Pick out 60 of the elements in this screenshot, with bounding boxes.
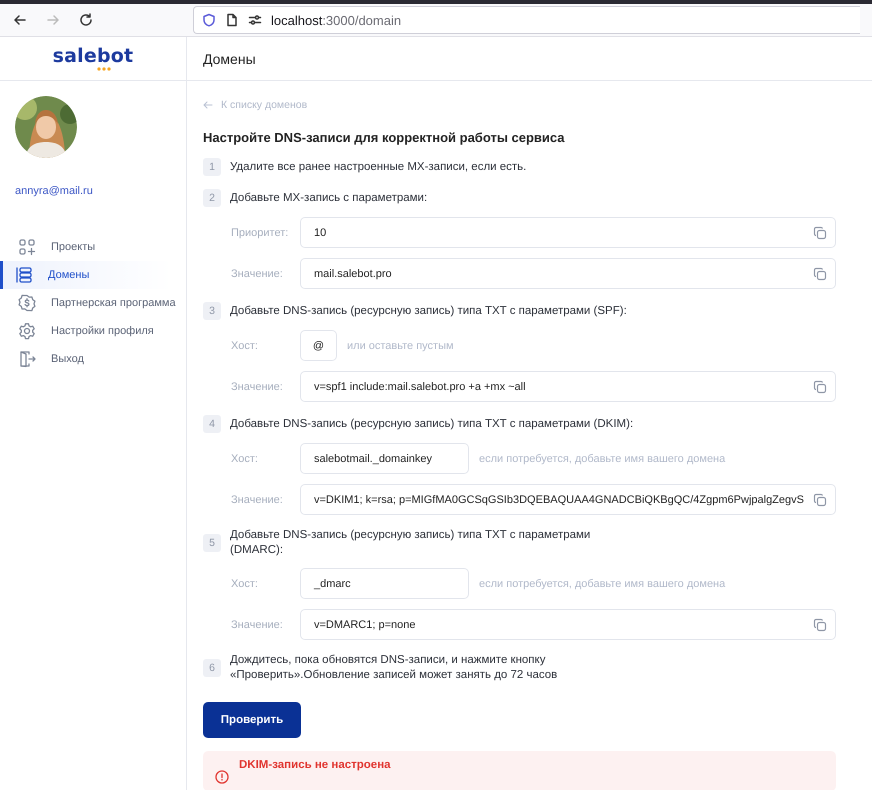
settings-icon [18, 322, 36, 340]
permissions-icon[interactable] [248, 13, 262, 27]
step-number: 5 [203, 534, 221, 552]
reload-icon[interactable] [78, 12, 94, 28]
field-label: Хост: [231, 452, 259, 464]
input-field[interactable]: v=DKIM1; k=rsa; p=MIGfMA0GCSqGSIb3DQEBAQUAA4GNADCBiQKBgQC/4Zgpm6PwjpalgZegvS [300, 484, 836, 515]
input-field[interactable]: v=spf1 include:mail.salebot.pro +a +mx ~all [300, 371, 836, 402]
shield-icon[interactable] [202, 13, 216, 27]
page-icon[interactable] [225, 13, 239, 27]
field-label: Хост: [231, 340, 259, 352]
copy-icon[interactable] [813, 618, 827, 632]
step-text: Добавьте MX-запись с параметрами: [230, 190, 428, 206]
sidebar-item[interactable]: Проекты [0, 233, 180, 261]
input-field[interactable]: 10 [300, 217, 836, 248]
user-email[interactable]: annyra@mail.ru [15, 185, 93, 197]
input-field[interactable]: v=DMARC1; p=none [300, 609, 836, 640]
field-label: Значение: [231, 618, 284, 630]
exit-icon [18, 350, 36, 368]
grid-plus-icon [18, 238, 36, 256]
step-text: Дождитесь, пока обновятся DNS-записи, и нажмите кнопку «Проверить».Обновление записей может занять до 72 часов [230, 653, 558, 683]
check-button[interactable]: Проверить [203, 702, 301, 738]
step-number: 2 [203, 189, 221, 207]
input-field[interactable]: _dmarc [300, 568, 469, 599]
field-label: Приоритет: [231, 226, 290, 238]
step-text: Добавьте DNS-запись (ресурсную запись) типа TXT с параметрами (DKIM): [230, 416, 634, 432]
step-number: 6 [203, 659, 221, 677]
copy-icon[interactable] [813, 226, 827, 240]
dollar-badge-icon [18, 294, 36, 312]
sidebar-item[interactable]: Выход [0, 345, 180, 373]
field-label: Значение: [231, 494, 284, 506]
input-field[interactable]: salebotmail._domainkey [300, 443, 469, 474]
page-title: Домены [203, 50, 256, 66]
step-text: Удалите все ранее настроенные MX-записи, если есть. [230, 160, 526, 174]
step-text: Добавьте DNS-запись (ресурсную запись) типа TXT с параметрами (SPF): [230, 304, 627, 318]
field-label: Хост: [231, 578, 259, 590]
copy-icon[interactable] [813, 380, 827, 394]
input-field[interactable]: @ [300, 330, 337, 361]
field-hint: если потребуется, добавьте имя вашего домена [479, 452, 726, 464]
sidebar-item[interactable]: Партнерская программа [0, 289, 180, 317]
logo-dots-icon [96, 67, 111, 71]
url-text[interactable]: localhost:3000/domain [271, 12, 402, 28]
list-icon [15, 266, 33, 284]
address-bar[interactable]: localhost:3000/domain [193, 6, 860, 34]
copy-icon[interactable] [813, 266, 827, 280]
input-field[interactable]: mail.salebot.pro [300, 258, 836, 289]
copy-icon[interactable] [813, 492, 827, 506]
field-label: Значение: [231, 268, 284, 280]
field-label: Значение: [231, 380, 284, 392]
alert-title: DKIM-запись не настроена [239, 759, 391, 771]
section-heading: Настройте DNS-записи для корректной работы сервиса [203, 130, 566, 145]
step-number: 1 [203, 158, 221, 176]
error-icon [215, 770, 229, 784]
arrow-left-icon [203, 101, 213, 109]
logo: salebot [52, 46, 134, 66]
step-text: Добавьте DNS-запись (ресурсную запись) типа TXT с параметрами (DMARC): [230, 528, 590, 558]
step-number: 4 [203, 415, 221, 433]
sidebar-item[interactable]: Настройки профиля [0, 317, 180, 345]
field-hint: или оставьте пустым [347, 340, 454, 352]
step-number: 3 [203, 302, 221, 320]
field-hint: если потребуется, добавьте имя вашего домена [479, 578, 726, 590]
